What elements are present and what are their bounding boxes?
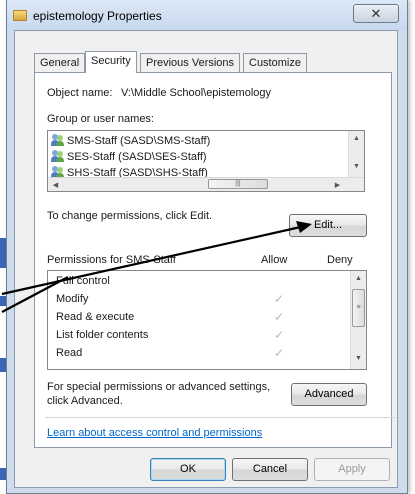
annotation-arrows bbox=[1, 221, 312, 313]
arrowhead-icon bbox=[296, 221, 312, 233]
annotation-arrow-to-full-control bbox=[1, 276, 69, 313]
annotation-arrow-to-edit bbox=[1, 224, 306, 296]
